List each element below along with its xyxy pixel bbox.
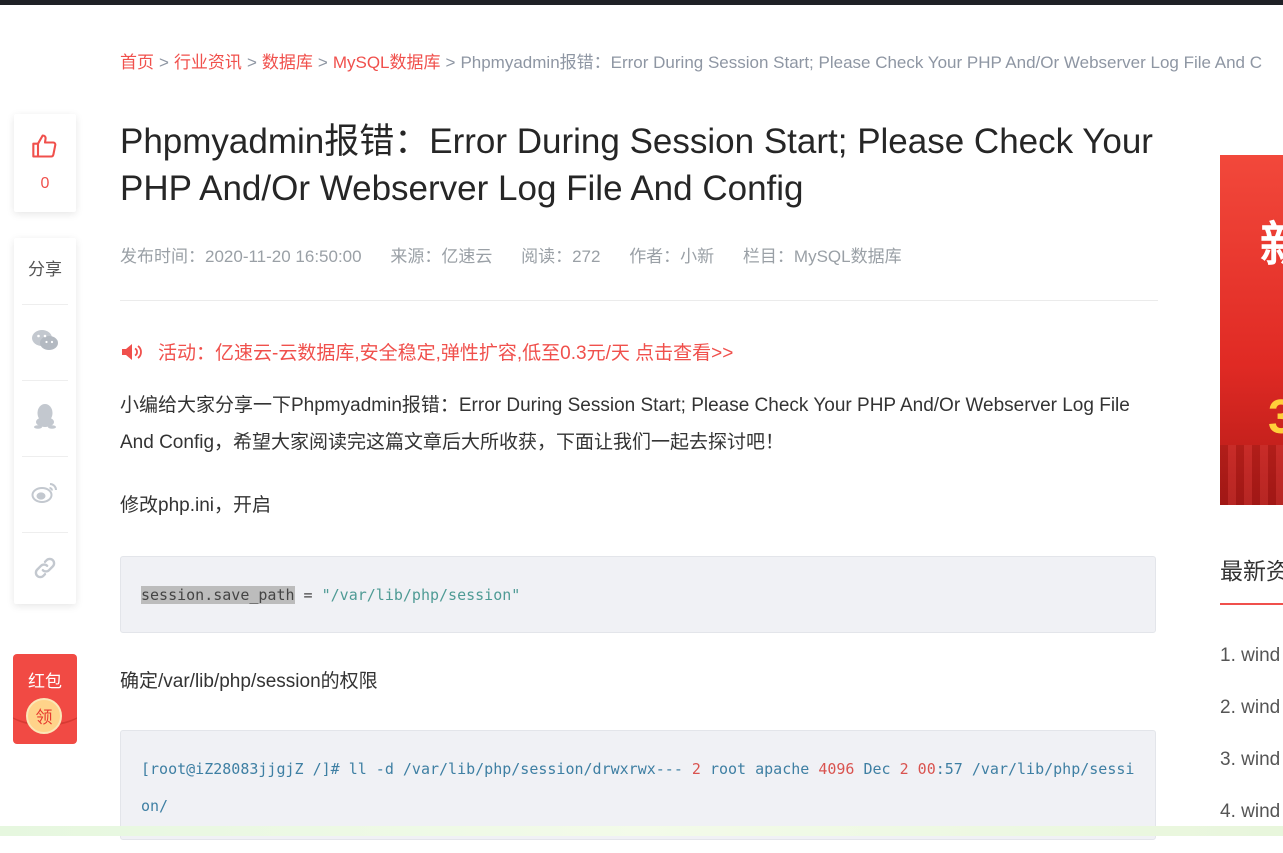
- breadcrumb-link-home[interactable]: 首页: [120, 53, 154, 72]
- wechat-icon: [31, 328, 59, 357]
- code-number: 2 00: [899, 760, 936, 778]
- meta-column: 栏目：MySQL数据库: [742, 247, 902, 266]
- weibo-icon: [31, 480, 59, 509]
- ad-decoration: [1220, 445, 1283, 505]
- intro-paragraph: 小编给大家分享一下Phpmyadmin报错：Error During Sessi…: [120, 395, 1130, 453]
- article-title: Phpmyadmin报错：Error During Session Start;…: [120, 122, 1153, 208]
- breadcrumb-separator: >: [246, 53, 257, 72]
- confirm-paragraph: 确定/var/lib/php/session的权限: [120, 671, 378, 692]
- breadcrumb-link-database[interactable]: 数据库: [262, 53, 313, 72]
- promo-link[interactable]: 活动：亿速云-云数据库,安全稳定,弹性扩容,低至0.3元/天 点击查看>>: [120, 338, 1160, 365]
- code-number: 4096: [818, 760, 855, 778]
- ad-number: 3: [1268, 391, 1283, 444]
- share-weibo-button[interactable]: [22, 457, 68, 533]
- breadcrumb-link-mysql[interactable]: MySQL数据库: [333, 53, 441, 72]
- share-wechat-button[interactable]: [22, 305, 68, 381]
- breadcrumb-separator: >: [159, 53, 169, 72]
- share-panel: 分享: [14, 238, 76, 604]
- modify-paragraph: 修改php.ini，开启: [120, 495, 271, 516]
- latest-news-underline: [1220, 603, 1283, 605]
- code-key: session.save_path: [141, 586, 295, 604]
- meta-source: 来源：亿速云: [390, 247, 493, 266]
- code-number: 2: [691, 760, 701, 778]
- code-text: root apache: [700, 760, 819, 778]
- code-text: Dec: [854, 760, 900, 778]
- latest-news-item[interactable]: 3. wind: [1220, 749, 1280, 801]
- like-button[interactable]: 0: [14, 114, 76, 212]
- code-block-shell: [root@iZ28083jjgjZ /]# ll -d /var/lib/ph…: [120, 730, 1156, 840]
- meta-reads: 阅读：272: [521, 247, 601, 266]
- red-packet-coin-icon: 领: [26, 698, 62, 734]
- copy-link-button[interactable]: [22, 533, 68, 608]
- breadcrumb-current: Phpmyadmin报错：Error During Session Start;…: [460, 53, 1263, 72]
- breadcrumb-separator: >: [445, 53, 456, 72]
- code-string: "/var/lib/php/session": [321, 586, 521, 604]
- code-text: [root@iZ28083jjgjZ /]# ll -d /var/lib/ph…: [141, 760, 692, 778]
- article: Phpmyadmin报错：Error During Session Start;…: [120, 118, 1160, 840]
- meta-author: 作者：小新: [629, 247, 715, 266]
- top-bar: [0, 0, 1283, 5]
- latest-news-item[interactable]: 1. wind: [1220, 645, 1280, 697]
- share-qq-button[interactable]: [22, 381, 68, 457]
- breadcrumb-link-industry-news[interactable]: 行业资讯: [174, 53, 242, 72]
- speaker-icon: [120, 342, 146, 362]
- code-operator: =: [294, 586, 322, 604]
- latest-news-title: 最新资: [1220, 558, 1283, 584]
- meta-divider: [120, 300, 1158, 301]
- share-label: 分享: [22, 238, 68, 305]
- meta-publish-time: 发布时间：2020-11-20 16:50:00: [120, 247, 362, 266]
- qq-icon: [34, 403, 56, 434]
- code-block-config: session.save_path = "/var/lib/php/sessio…: [120, 556, 1156, 633]
- promo-text: 活动：亿速云-云数据库,安全稳定,弹性扩容,低至0.3元/天 点击查看>>: [158, 343, 734, 364]
- link-icon: [32, 555, 58, 586]
- latest-news-list: 1. wind 2. wind 3. wind 4. wind: [1220, 645, 1280, 853]
- red-packet-button[interactable]: 红包 领: [13, 654, 77, 744]
- ad-text: 新: [1260, 205, 1283, 275]
- thumbs-up-icon: [14, 132, 76, 165]
- breadcrumb: 首页 > 行业资讯 > 数据库 > MySQL数据库 > Phpmyadmin报错：Error …: [120, 52, 1283, 74]
- latest-news-item[interactable]: 2. wind: [1220, 697, 1280, 749]
- like-count: 0: [40, 175, 50, 192]
- bottom-banner-strip: [0, 826, 1283, 836]
- sidebar-ad-banner[interactable]: 新 3: [1220, 155, 1283, 505]
- article-meta: 发布时间：2020-11-20 16:50:00 来源：亿速云 阅读：272 作…: [120, 242, 1160, 267]
- breadcrumb-separator: >: [317, 53, 328, 72]
